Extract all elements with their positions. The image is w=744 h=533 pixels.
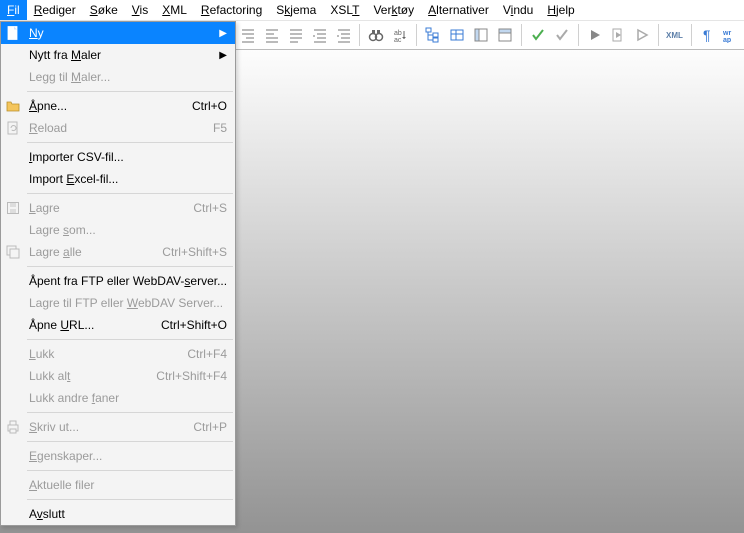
check-gray-icon[interactable] bbox=[552, 25, 572, 45]
toolbar-separator bbox=[521, 24, 522, 46]
shortcut-label: Ctrl+F4 bbox=[187, 347, 227, 361]
panel-b-icon[interactable] bbox=[495, 25, 515, 45]
menu-item-open[interactable]: Åpne... Ctrl+O bbox=[1, 95, 235, 117]
toolbar-separator bbox=[416, 24, 417, 46]
play-alt-icon[interactable] bbox=[632, 25, 652, 45]
indent-right-icon[interactable] bbox=[262, 25, 282, 45]
svg-text:wr: wr bbox=[723, 30, 731, 37]
menu-item-close-all[interactable]: Lukk alt Ctrl+Shift+F4 bbox=[1, 365, 235, 387]
svg-text:XML: XML bbox=[666, 31, 683, 40]
shortcut-label: F5 bbox=[213, 121, 227, 135]
menu-view[interactable]: Vis bbox=[125, 0, 155, 20]
menu-item-recent-files[interactable]: Aktuelle filer bbox=[1, 474, 235, 496]
toolbar-separator bbox=[691, 24, 692, 46]
menu-separator bbox=[27, 339, 233, 340]
menu-separator bbox=[27, 142, 233, 143]
save-icon bbox=[4, 199, 22, 217]
check-green-icon[interactable] bbox=[528, 25, 548, 45]
menu-item-exit[interactable]: Avslutt bbox=[1, 503, 235, 525]
submenu-arrow-icon: ▶ bbox=[219, 28, 227, 39]
menu-item-close-others[interactable]: Lukk andre faner bbox=[1, 387, 235, 409]
tree-icon[interactable] bbox=[423, 25, 443, 45]
menu-separator bbox=[27, 470, 233, 471]
submenu-arrow-icon: ▶ bbox=[219, 50, 227, 61]
binoculars-icon[interactable] bbox=[366, 25, 386, 45]
shortcut-label: Ctrl+O bbox=[192, 99, 227, 113]
toolbar-separator bbox=[578, 24, 579, 46]
menu-item-save[interactable]: Lagre Ctrl+S bbox=[1, 197, 235, 219]
menu-window[interactable]: Vindu bbox=[496, 0, 541, 20]
outdent-icon[interactable] bbox=[310, 25, 330, 45]
menu-separator bbox=[27, 499, 233, 500]
menu-edit[interactable]: Rediger bbox=[27, 0, 83, 20]
menu-item-open-url[interactable]: Åpne URL... Ctrl+Shift+O bbox=[1, 314, 235, 336]
folder-open-icon bbox=[4, 97, 22, 115]
menu-schema[interactable]: Skjema bbox=[269, 0, 323, 20]
play-icon[interactable] bbox=[585, 25, 605, 45]
toolbar-separator bbox=[658, 24, 659, 46]
menu-separator bbox=[27, 193, 233, 194]
menu-item-properties[interactable]: Egenskaper... bbox=[1, 445, 235, 467]
panel-a-icon[interactable] bbox=[471, 25, 491, 45]
menu-separator bbox=[27, 441, 233, 442]
shortcut-label: Ctrl+Shift+F4 bbox=[156, 369, 227, 383]
menu-item-print[interactable]: Skriv ut... Ctrl+P bbox=[1, 416, 235, 438]
toolbar-separator bbox=[359, 24, 360, 46]
shortcut-label: Ctrl+Shift+O bbox=[161, 318, 227, 332]
svg-text:ac: ac bbox=[394, 37, 402, 43]
shortcut-label: Ctrl+S bbox=[193, 201, 227, 215]
menu-item-save-as[interactable]: Lagre som... bbox=[1, 219, 235, 241]
grid-icon[interactable] bbox=[447, 25, 467, 45]
menu-item-new-from-template[interactable]: Nytt fra Maler ▶ bbox=[1, 44, 235, 66]
menu-file[interactable]: Fil bbox=[0, 0, 27, 20]
wrap-icon[interactable]: wrap bbox=[722, 25, 742, 45]
svg-text:¶: ¶ bbox=[703, 27, 711, 43]
svg-text:ap: ap bbox=[723, 37, 731, 43]
indent-left-icon[interactable] bbox=[238, 25, 258, 45]
menu-xml[interactable]: XML bbox=[155, 0, 194, 20]
file-menu-dropdown: Ny ▶ Nytt fra Maler ▶ Legg til Maler... … bbox=[0, 21, 236, 526]
shortcut-label: Ctrl+P bbox=[193, 420, 227, 434]
menu-item-new[interactable]: Ny ▶ bbox=[1, 22, 235, 44]
menubar: Fil Rediger Søke Vis XML Refactoring Skj… bbox=[0, 0, 744, 21]
play-doc-icon[interactable] bbox=[608, 25, 628, 45]
replace-icon[interactable]: abac bbox=[390, 25, 410, 45]
menu-search[interactable]: Søke bbox=[83, 0, 125, 20]
shortcut-label: Ctrl+Shift+S bbox=[162, 245, 227, 259]
menu-xslt[interactable]: XSLT bbox=[323, 0, 366, 20]
menu-separator bbox=[27, 91, 233, 92]
menu-item-close[interactable]: Lukk Ctrl+F4 bbox=[1, 343, 235, 365]
menu-item-reload[interactable]: Reload F5 bbox=[1, 117, 235, 139]
xml-label-icon[interactable]: XML bbox=[665, 25, 685, 45]
menu-options[interactable]: Alternativer bbox=[421, 0, 496, 20]
menu-refactor[interactable]: Refactoring bbox=[194, 0, 269, 20]
menu-separator bbox=[27, 266, 233, 267]
save-all-icon bbox=[4, 243, 22, 261]
svg-text:ab: ab bbox=[394, 30, 402, 37]
menu-item-save-all[interactable]: Lagre alle Ctrl+Shift+S bbox=[1, 241, 235, 263]
reload-icon bbox=[4, 119, 22, 137]
format-icon[interactable] bbox=[286, 25, 306, 45]
new-doc-icon bbox=[4, 24, 22, 42]
menu-item-save-ftp[interactable]: Lagre til FTP eller WebDAV Server... bbox=[1, 292, 235, 314]
menu-tools[interactable]: Verktøy bbox=[366, 0, 421, 20]
menu-item-add-template[interactable]: Legg til Maler... bbox=[1, 66, 235, 88]
menu-item-open-ftp[interactable]: Åpent fra FTP eller WebDAV-server... bbox=[1, 270, 235, 292]
indent-icon[interactable] bbox=[334, 25, 354, 45]
menu-item-import-csv[interactable]: Importer CSV-fil... bbox=[1, 146, 235, 168]
menu-item-import-excel[interactable]: Import Excel-fil... bbox=[1, 168, 235, 190]
menu-help[interactable]: Hjelp bbox=[540, 0, 581, 20]
printer-icon bbox=[4, 418, 22, 436]
pilcrow-icon[interactable]: ¶ bbox=[698, 25, 718, 45]
menu-separator bbox=[27, 412, 233, 413]
